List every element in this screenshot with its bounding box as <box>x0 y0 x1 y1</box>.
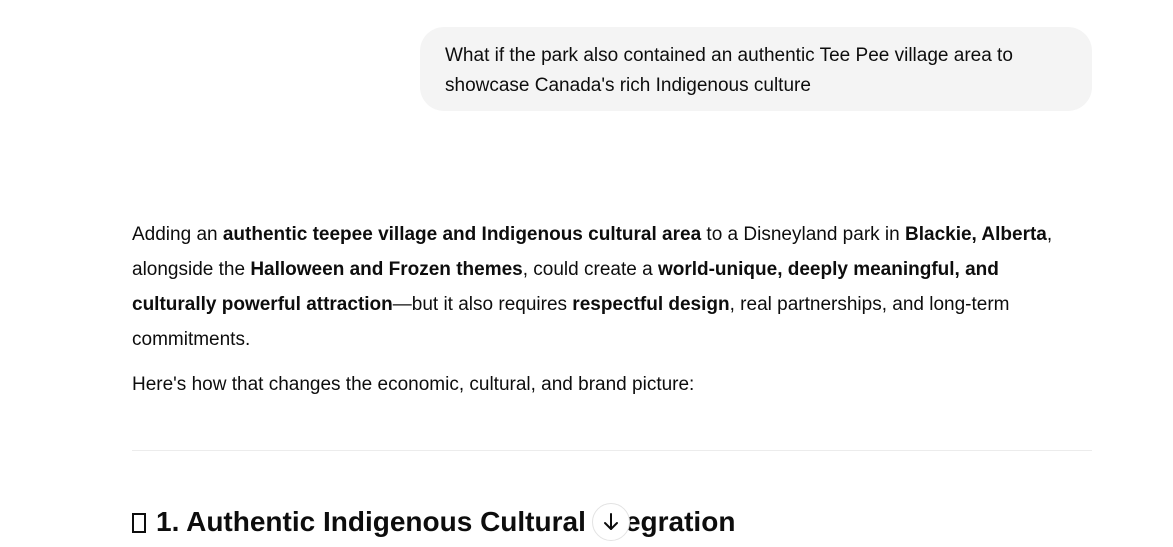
response-text: , real partnerships, and long-term <box>729 294 1010 315</box>
section-heading: 1. Authentic Indigenous Cultural tegrati… <box>132 500 735 544</box>
response-text: commitments. <box>132 329 251 350</box>
user-message-bubble: What if the park also contained an authe… <box>420 27 1092 111</box>
section-heading-text: 1. Authentic Indigenous Cultural <box>156 506 594 537</box>
user-message-line-1: What if the park also contained an authe… <box>445 45 1013 66</box>
response-text: to a Disneyland park in <box>701 224 905 245</box>
response-paragraph-1: Adding an authentic teepee village and I… <box>132 217 1092 357</box>
scroll-to-bottom-button[interactable] <box>592 503 630 541</box>
response-text: , could create a <box>522 259 658 280</box>
chat-page: What if the park also contained an authe… <box>0 0 1173 547</box>
response-paragraph-2: Here's how that changes the economic, cu… <box>132 374 695 395</box>
response-bold-text: Blackie, Alberta <box>905 224 1047 245</box>
section-heading-text-end: tegration <box>615 506 736 537</box>
response-bold-text: authentic teepee village and Indigenous … <box>222 224 702 245</box>
arrow-down-icon <box>604 513 618 530</box>
response-text: alongside the <box>132 259 251 280</box>
assistant-response: Adding an authentic teepee village and I… <box>132 217 1092 402</box>
section-divider <box>132 450 1092 451</box>
missing-glyph-icon <box>132 513 146 533</box>
response-bold-text: culturally powerful attraction <box>132 294 393 315</box>
response-bold-text: respectful design <box>572 294 730 315</box>
response-text: Adding an <box>132 224 223 245</box>
user-message-line-2: showcase Canada's rich Indigenous cultur… <box>445 75 811 96</box>
response-text: , <box>1046 224 1053 245</box>
response-bold-text: world-unique, deeply meaningful, and <box>657 259 999 280</box>
response-bold-text: Halloween and Frozen themes <box>250 259 523 280</box>
response-text: —but it also requires <box>392 294 573 315</box>
